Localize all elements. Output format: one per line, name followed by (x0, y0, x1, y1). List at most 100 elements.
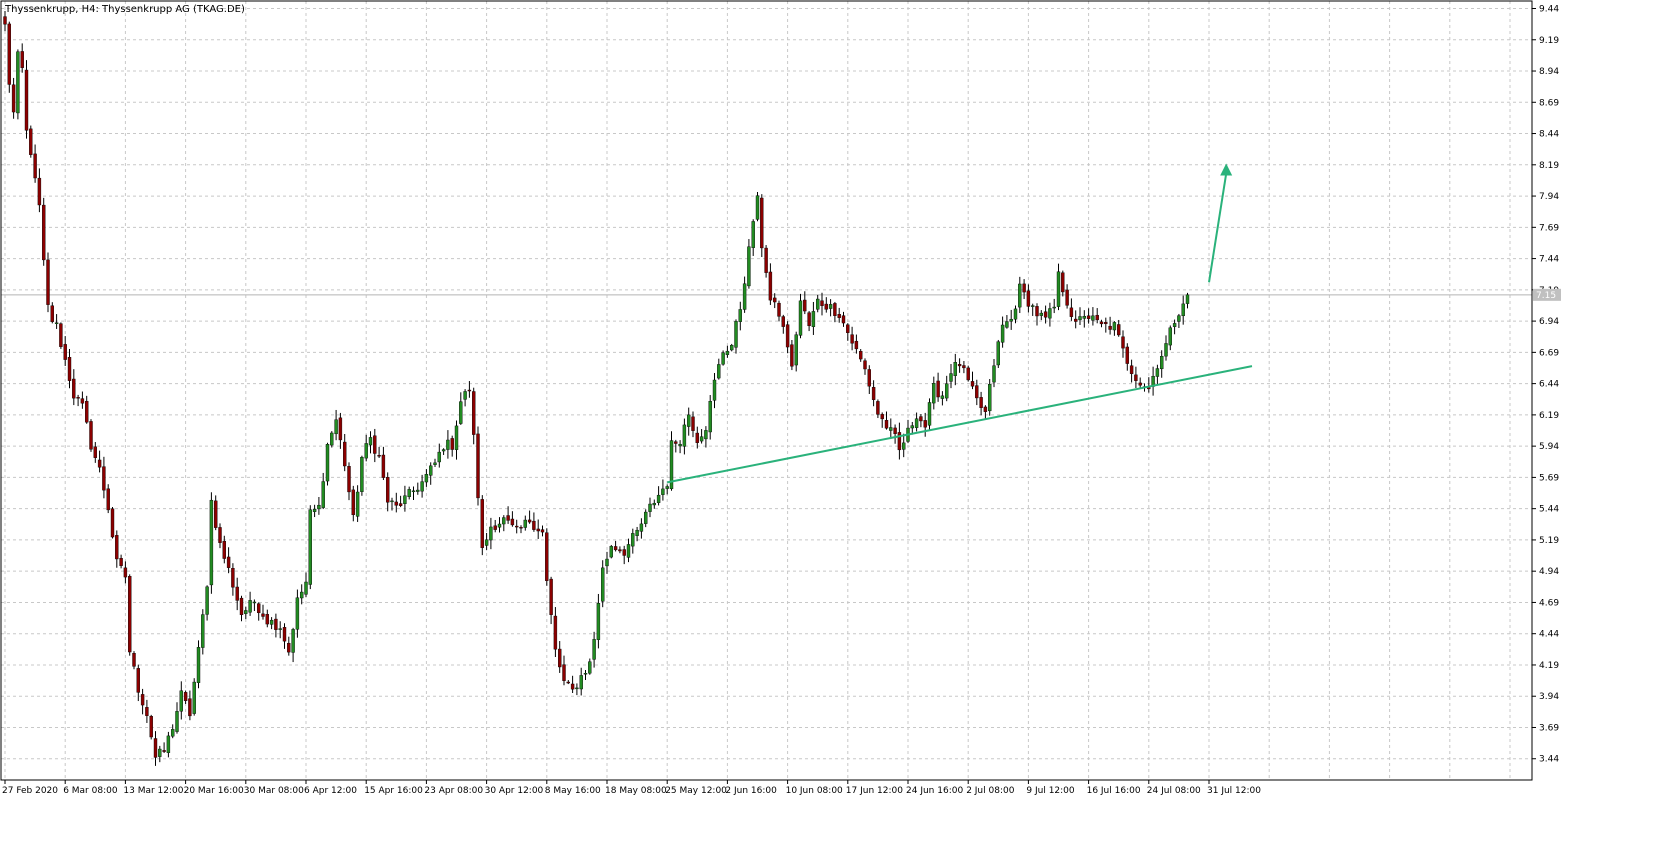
drawing-layer[interactable] (667, 163, 1253, 484)
candle-body-bear (106, 488, 110, 511)
candle-body-bull (403, 495, 407, 504)
candle-body-bull (1005, 321, 1009, 328)
candle-body-bear (136, 668, 141, 693)
candle-body-bear (386, 477, 390, 503)
candle-body-bear (613, 546, 618, 551)
support-trendline[interactable] (667, 365, 1253, 484)
candle-body-bear (261, 613, 265, 617)
candle-body-bear (153, 738, 158, 758)
candle-body-bear (506, 515, 510, 521)
candle-body-bear (1121, 336, 1125, 349)
candle-body-bear (957, 364, 962, 367)
y-tick-label: 3.44 (1539, 755, 1559, 765)
candle-body-bull (304, 581, 308, 595)
y-tick-label: 4.69 (1539, 598, 1559, 608)
candle-body-bear (97, 459, 102, 468)
candle-body-bear (1026, 290, 1031, 307)
y-tick-label: 3.94 (1539, 692, 1559, 702)
candle-body-bull (1091, 315, 1095, 321)
candle-body-bull (927, 402, 932, 426)
candle-body-bull (1009, 318, 1013, 322)
candle-body-bull (751, 221, 755, 248)
candle-body-bull (1155, 368, 1160, 377)
candle-body-bull (502, 517, 506, 525)
candle-body-bull (652, 502, 656, 506)
candle-body-bear (343, 441, 347, 467)
candle-body-bear (1099, 321, 1104, 325)
candle-body-bull (429, 465, 433, 476)
candle-body-bear (983, 406, 988, 412)
candle-body-bear (837, 314, 841, 318)
candle-body-bull (489, 526, 493, 541)
candle-body-bear (923, 420, 927, 428)
candle-body-bull (631, 533, 635, 547)
candle-body-bull (734, 321, 738, 348)
candle-body-bear (119, 558, 123, 566)
candle-body-bull (308, 509, 312, 585)
candle-body-bear (618, 549, 622, 552)
candle-body-bull (742, 283, 747, 310)
candle-body-bull (278, 628, 282, 630)
candle-body-bear (149, 716, 153, 738)
plot-border (0, 0, 1533, 781)
candle-body-bull (1112, 322, 1117, 331)
candle-body-bull (196, 647, 201, 683)
candle-body-bear (773, 297, 777, 303)
candle-body-bear (381, 454, 386, 478)
candle-body-bull (592, 639, 596, 660)
candle-body-bear (562, 664, 566, 681)
candle-body-bull (1013, 308, 1018, 320)
candle-body-bull (523, 519, 527, 528)
candle-body-bull (725, 350, 730, 355)
candle-body-bull (579, 675, 583, 690)
candle-body-bear (1061, 272, 1065, 293)
candle-body-bear (545, 532, 549, 581)
candle-body-bear (1125, 346, 1130, 364)
candle-body-bear (527, 519, 532, 523)
candle-body-bear (764, 247, 768, 273)
candle-body-bear (1129, 365, 1134, 374)
price-chart[interactable]: 9.449.198.948.698.448.197.947.697.447.19… (0, 0, 1675, 853)
candle-body-bull (446, 439, 450, 450)
candle-body-bear (824, 303, 828, 310)
candle-body-bull (1164, 343, 1168, 357)
x-tick-label: 17 Jun 12:00 (846, 786, 903, 796)
y-tick-label: 6.19 (1539, 411, 1559, 421)
bullish-arrow-head[interactable] (1220, 163, 1233, 176)
candle-body-bull (996, 341, 1000, 366)
candle-body-bear (871, 387, 876, 400)
candle-body-bull (1168, 327, 1173, 346)
candle-body-bear (213, 500, 218, 528)
candle-body-bear (820, 300, 824, 306)
candle-body-bull (166, 735, 171, 753)
candle-body-bear (450, 438, 454, 450)
candle-body-bull (609, 546, 613, 558)
candle-body-bear (89, 421, 93, 450)
candle-body-bear (691, 416, 695, 431)
candle-body-bear (1095, 314, 1099, 321)
candle-body-bull (158, 748, 162, 757)
candle-body-bull (678, 443, 682, 447)
candle-body-bear (373, 435, 377, 454)
candle-body-bull (1000, 324, 1005, 343)
candle-body-bear (536, 528, 540, 532)
candle-body-bear (123, 567, 128, 578)
candle-body-bull (945, 383, 949, 399)
candle-body-bull (300, 591, 304, 599)
candle-body-bear (850, 334, 854, 344)
candle-body-bull (656, 494, 661, 503)
candle-body-bull (1052, 306, 1056, 309)
x-tick-label: 16 Jul 16:00 (1087, 786, 1141, 796)
candle-body-bear (1108, 325, 1112, 330)
candle-body-bull (661, 488, 665, 495)
y-tick-label: 8.94 (1539, 67, 1559, 77)
candle-body-bull (1181, 303, 1185, 317)
candle-body-bear (1073, 318, 1078, 322)
candle-body-bear (162, 750, 166, 752)
candle-body-bear (347, 466, 351, 493)
candle-body-bear (84, 400, 89, 423)
bullish-arrow-shaft[interactable] (1208, 173, 1228, 283)
candle-body-bull (816, 298, 820, 310)
candle-body-bull (1030, 305, 1035, 307)
y-tick-label: 7.44 (1539, 255, 1559, 265)
